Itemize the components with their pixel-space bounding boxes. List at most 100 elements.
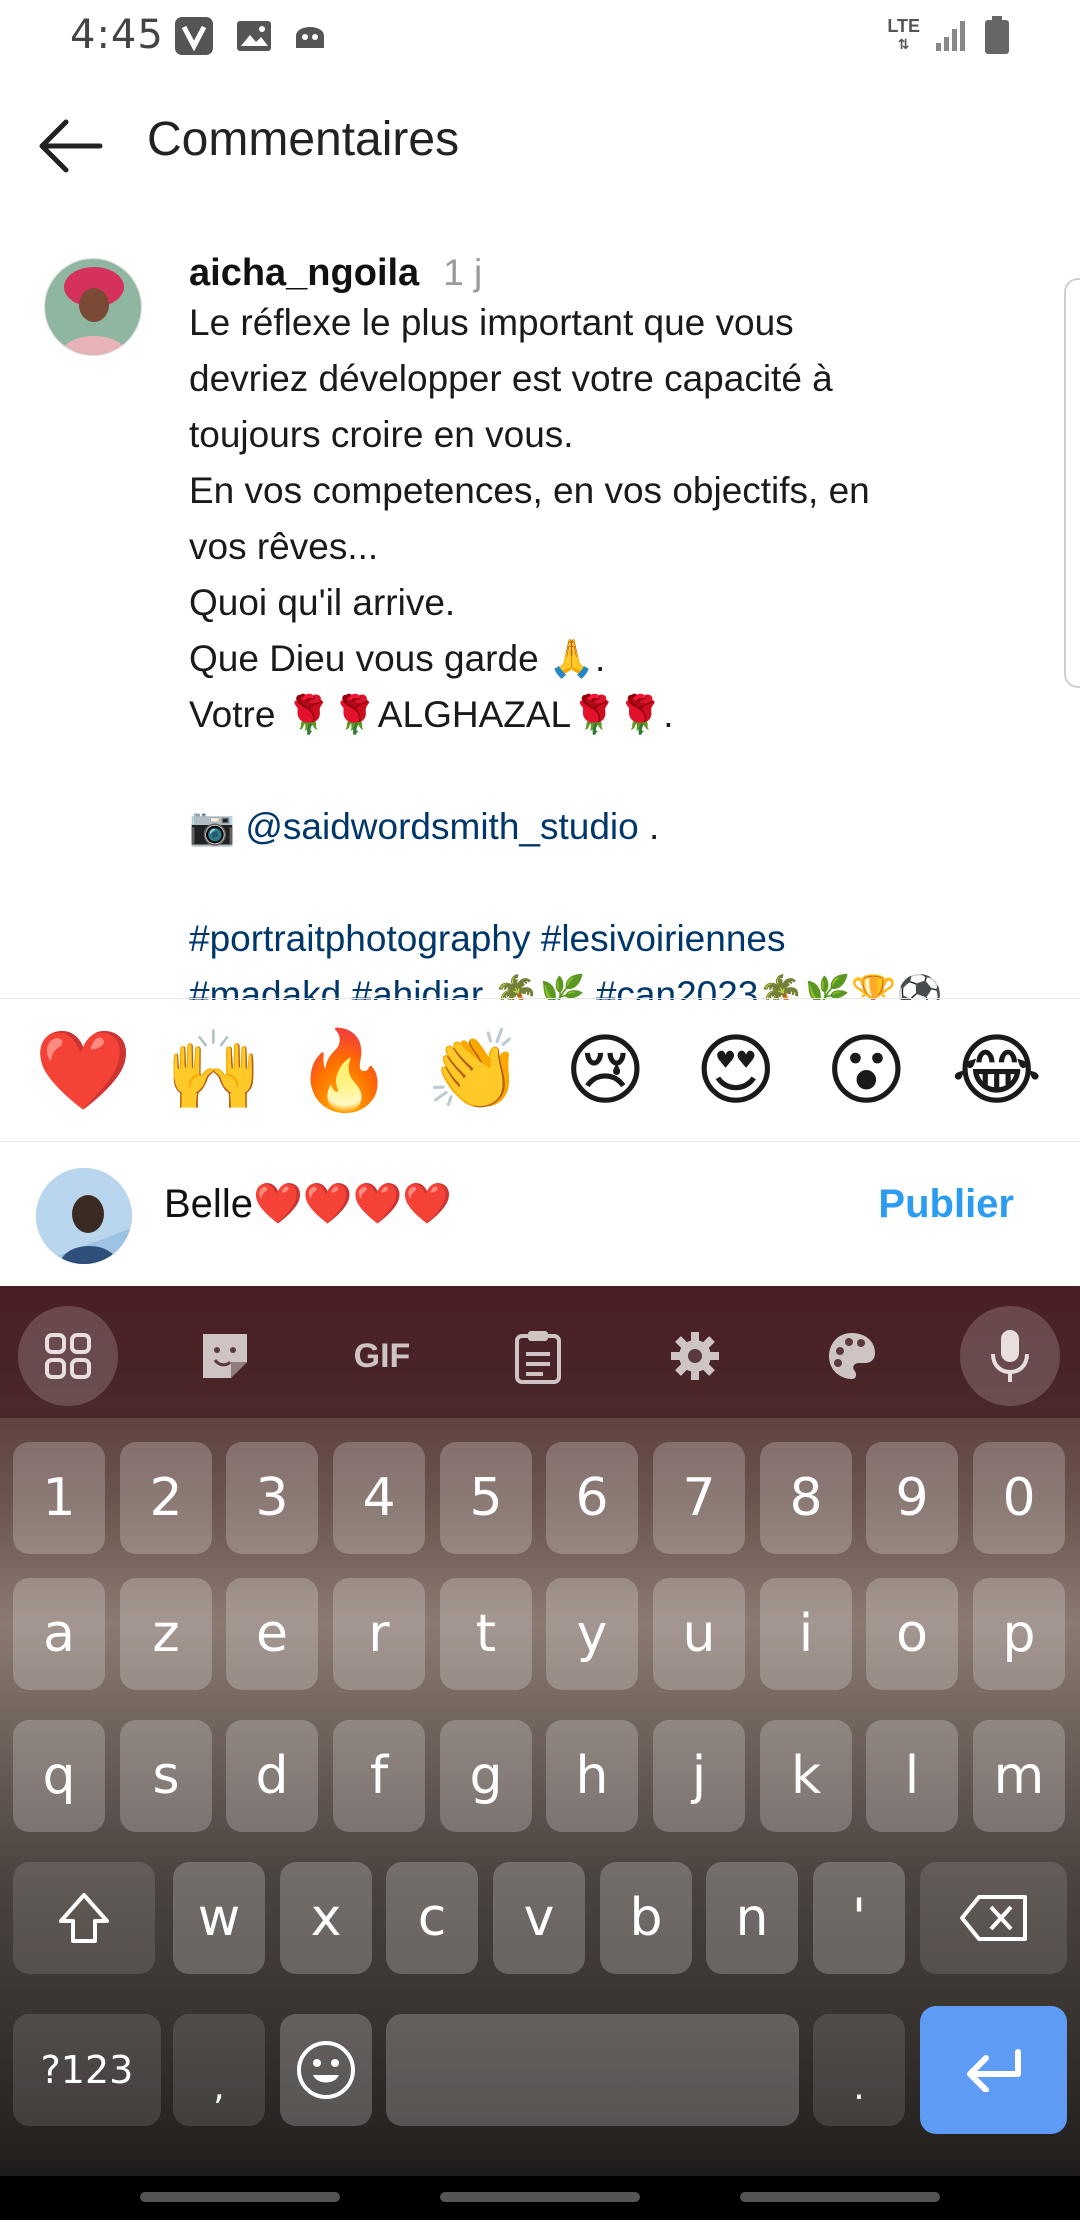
emoji-fire-button[interactable]: 🔥 bbox=[289, 1015, 399, 1125]
publish-button[interactable]: Publier bbox=[878, 1182, 1014, 1227]
comment-line: Quoi qu'il arrive. bbox=[189, 582, 456, 623]
emoji-surprised-button[interactable]: 😮 bbox=[811, 1015, 921, 1125]
camera-emoji: 📷 bbox=[189, 806, 246, 847]
key-o[interactable]: o bbox=[866, 1578, 958, 1690]
emoji-laughing-button[interactable]: 😂 bbox=[942, 1015, 1052, 1125]
key-0[interactable]: 0 bbox=[973, 1442, 1065, 1554]
period-key[interactable]: . bbox=[813, 2014, 905, 2126]
bottom-row: ?123 , . bbox=[0, 2006, 1080, 2134]
key-1[interactable]: 1 bbox=[13, 1442, 105, 1554]
key-v[interactable]: v bbox=[493, 1862, 585, 1974]
key-p[interactable]: p bbox=[973, 1578, 1065, 1690]
key-u[interactable]: u bbox=[653, 1578, 745, 1690]
smiley-icon bbox=[297, 2041, 355, 2099]
key-f[interactable]: f bbox=[333, 1720, 425, 1832]
status-time: 4:45 bbox=[70, 12, 164, 58]
comment-input[interactable]: Belle❤️❤️❤️❤️ bbox=[164, 1180, 452, 1227]
gif-button[interactable]: GIF bbox=[332, 1306, 432, 1406]
key-w[interactable]: w bbox=[173, 1862, 265, 1974]
key-2[interactable]: 2 bbox=[120, 1442, 212, 1554]
key-7[interactable]: 7 bbox=[653, 1442, 745, 1554]
key-k[interactable]: k bbox=[760, 1720, 852, 1832]
key-e[interactable]: e bbox=[226, 1578, 318, 1690]
emoji-heart-button[interactable]: ❤️ bbox=[28, 1015, 138, 1125]
backspace-key[interactable] bbox=[920, 1862, 1067, 1974]
header: Commentaires bbox=[0, 90, 1080, 200]
key-x[interactable]: x bbox=[280, 1862, 372, 1974]
palette-icon[interactable] bbox=[802, 1306, 902, 1406]
key-6[interactable]: 6 bbox=[546, 1442, 638, 1554]
key-g[interactable]: g bbox=[440, 1720, 532, 1832]
comment-line: Que Dieu vous garde 🙏. bbox=[189, 638, 606, 679]
clipboard-icon[interactable] bbox=[488, 1306, 588, 1406]
comment-line: En vos competences, en vos objectifs, en bbox=[189, 470, 870, 511]
gallery-icon bbox=[237, 21, 271, 51]
shift-key[interactable] bbox=[13, 1862, 155, 1974]
key-d[interactable]: d bbox=[226, 1720, 318, 1832]
nav-home-handle[interactable] bbox=[440, 2192, 640, 2202]
avatar[interactable] bbox=[44, 258, 142, 356]
mention-link[interactable]: @saidwordsmith_studio bbox=[245, 806, 638, 847]
comment-line: Votre 🌹🌹ALGHAZAL🌹🌹. bbox=[189, 694, 674, 735]
comment-username[interactable]: aicha_ngoila bbox=[189, 252, 419, 294]
shift-icon bbox=[59, 1893, 109, 1943]
comment-line: devriez développer est votre capacité à bbox=[189, 358, 833, 399]
mic-icon[interactable] bbox=[960, 1306, 1060, 1406]
nav-back-handle[interactable] bbox=[740, 2192, 940, 2202]
key-r[interactable]: r bbox=[333, 1578, 425, 1690]
comment-time: 1 j bbox=[443, 252, 483, 293]
comment-list[interactable]: aicha_ngoila 1 j Le réflexe le plus impor… bbox=[0, 240, 1080, 1000]
key-l[interactable]: l bbox=[866, 1720, 958, 1832]
keyboard-toolbar: GIF bbox=[0, 1286, 1080, 1418]
key-c[interactable]: c bbox=[386, 1862, 478, 1974]
key-3[interactable]: 3 bbox=[226, 1442, 318, 1554]
comma-key[interactable]: , bbox=[173, 2014, 265, 2126]
comment-line: vos rêves... bbox=[189, 526, 379, 567]
key-a[interactable]: a bbox=[13, 1578, 105, 1690]
key-8[interactable]: 8 bbox=[760, 1442, 852, 1554]
emoji-heart-eyes-button[interactable]: 😍 bbox=[681, 1015, 791, 1125]
key-4[interactable]: 4 bbox=[333, 1442, 425, 1554]
nav-recent-handle[interactable] bbox=[140, 2192, 340, 2202]
emoji-crying-button[interactable]: 😢 bbox=[550, 1015, 660, 1125]
scroll-indicator[interactable] bbox=[1064, 278, 1080, 688]
comment-text: Le réflexe le plus important que vous de… bbox=[189, 295, 1029, 1000]
comment-line: Le réflexe le plus important que vous bbox=[189, 302, 794, 343]
key-q[interactable]: q bbox=[13, 1720, 105, 1832]
emoji-clap-button[interactable]: 👏 bbox=[420, 1015, 530, 1125]
key-5[interactable]: 5 bbox=[440, 1442, 532, 1554]
emoji-key[interactable] bbox=[280, 2014, 372, 2126]
enter-key[interactable] bbox=[920, 2006, 1067, 2134]
key-y[interactable]: y bbox=[546, 1578, 638, 1690]
backspace-icon bbox=[959, 1895, 1027, 1941]
key-m[interactable]: m bbox=[973, 1720, 1065, 1832]
symbols-key[interactable]: ?123 bbox=[13, 2014, 161, 2126]
key-n[interactable]: n bbox=[706, 1862, 798, 1974]
hashtag-line[interactable]: #madakd #ahidjar 🌴🌿 #can2023🌴🌿🏆⚽ bbox=[189, 967, 1029, 1000]
comment-header: aicha_ngoila 1 j bbox=[189, 252, 1029, 295]
lte-indicator: LTE ⇅ bbox=[887, 16, 920, 52]
space-bar[interactable] bbox=[386, 2014, 799, 2126]
sticker-icon[interactable] bbox=[175, 1306, 275, 1406]
bot-icon bbox=[296, 27, 324, 48]
apps-grid-icon[interactable] bbox=[18, 1306, 118, 1406]
key-z[interactable]: z bbox=[120, 1578, 212, 1690]
settings-icon[interactable] bbox=[645, 1306, 745, 1406]
battery-icon bbox=[985, 16, 1009, 54]
enter-icon bbox=[966, 2049, 1021, 2092]
key-b[interactable]: b bbox=[600, 1862, 692, 1974]
comment-composer: Belle❤️❤️❤️❤️ Publier bbox=[0, 1142, 1080, 1286]
key-apostrophe[interactable]: ' bbox=[813, 1862, 905, 1974]
back-arrow-icon[interactable] bbox=[34, 108, 110, 184]
key-9[interactable]: 9 bbox=[866, 1442, 958, 1554]
hashtag-line[interactable]: #portraitphotography #lesivoiriennes bbox=[189, 911, 1029, 967]
key-j[interactable]: j bbox=[653, 1720, 745, 1832]
key-s[interactable]: s bbox=[120, 1720, 212, 1832]
number-row: 1 2 3 4 5 6 7 8 9 0 bbox=[0, 1442, 1080, 1554]
key-h[interactable]: h bbox=[546, 1720, 638, 1832]
emoji-raised-hands-button[interactable]: 🙌 bbox=[159, 1015, 269, 1125]
key-i[interactable]: i bbox=[760, 1578, 852, 1690]
key-t[interactable]: t bbox=[440, 1578, 532, 1690]
comment: aicha_ngoila 1 j Le réflexe le plus impor… bbox=[189, 252, 1029, 1000]
